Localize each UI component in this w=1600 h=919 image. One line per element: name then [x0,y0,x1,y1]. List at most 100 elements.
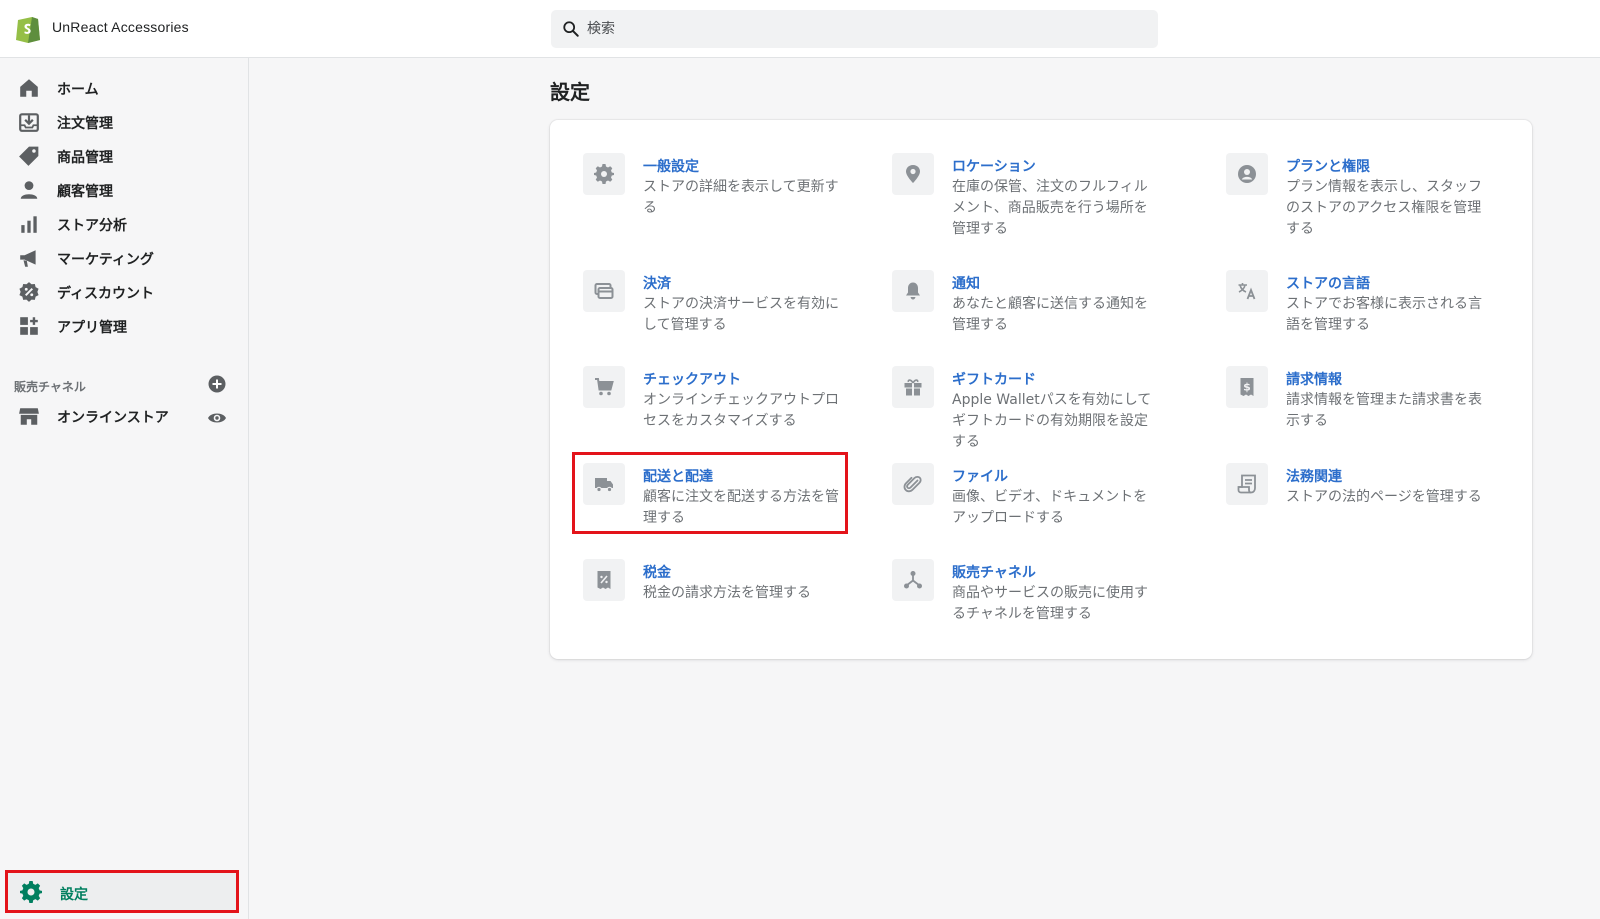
tile-description: あなたと顧客に送信する通知を管理する [952,296,1148,333]
tile-icon-box [583,153,625,195]
settings-tile-taxes[interactable]: 税金 税金の請求方法を管理する [583,559,883,649]
sidebar-item-settings[interactable]: 設定 [5,870,239,913]
settings-card: 一般設定 ストアの詳細を表示して更新する ロケーション 在庫の保管、注文のフルフ… [550,120,1532,659]
tile-icon-box [583,463,625,505]
tile-description: ストアの詳細を表示して更新する [643,179,839,216]
sidebar-item-discounts[interactable]: ディスカウント [0,274,249,308]
sidebar-item-home[interactable]: ホーム [0,70,249,104]
tile-title: 通知 [952,276,980,292]
settings-tile-notifications[interactable]: 通知 あなたと顧客に送信する通知を管理する [892,270,1192,360]
store-name[interactable]: UnReact Accessories [52,19,189,35]
store-icon [19,408,39,425]
home-icon [20,79,38,97]
tile-description: 税金の請求方法を管理する [643,585,811,601]
tile-title: ギフトカード [952,372,1036,388]
settings-tile-locations[interactable]: ロケーション 在庫の保管、注文のフルフィルメント、商品販売を行う場所を管理する [892,153,1192,243]
tile-title: 決済 [643,276,671,292]
tile-title: 法務関連 [1286,469,1342,485]
tile-title: 配送と配達 [643,469,713,485]
settings-tile-gift-cards[interactable]: ギフトカード Apple Walletパスを有効にしてギフトカードの有効期限を設… [892,366,1192,456]
sidebar-item-products[interactable]: 商品管理 [0,138,249,172]
tile-description: 在庫の保管、注文のフルフィルメント、商品販売を行う場所を管理する [952,179,1148,237]
tile-icon-box [892,559,934,601]
sidebar-item-label: 商品管理 [57,150,113,166]
sidebar-item-label: ホーム [57,82,99,98]
location-pin-icon [906,165,920,183]
search-icon [563,21,579,37]
settings-tile-shipping-delivery[interactable]: 配送と配達 顧客に注文を配送する方法を管理する [583,463,883,553]
user-circle-icon [1238,165,1256,183]
tile-description: 顧客に注文を配送する方法を管理する [643,489,839,526]
settings-tile-general[interactable]: 一般設定 ストアの詳細を表示して更新する [583,153,883,243]
megaphone-icon [20,250,36,267]
truck-icon [595,478,613,493]
sidebar-item-apps[interactable]: アプリ管理 [0,308,249,342]
legal-icon [1237,474,1256,494]
cart-icon [595,378,614,396]
tile-title: ロケーション [952,159,1036,175]
sidebar-item-label: ディスカウント [57,286,155,302]
customer-icon [20,181,38,199]
tile-icon-box [583,270,625,312]
tile-description: ストアでお客様に表示される言語を管理する [1286,296,1482,333]
paperclip-icon [903,475,922,493]
sidebar-item-marketing[interactable]: マーケティング [0,240,249,274]
gear-icon [20,881,42,903]
svg-text:$: $ [1243,381,1251,394]
tile-title: 税金 [643,565,671,581]
search-bar[interactable] [551,10,1158,48]
sidebar-item-customers[interactable]: 顧客管理 [0,172,249,206]
tile-icon-box [892,153,934,195]
tile-description: プラン情報を表示し、スタッフのストアのアクセス権限を管理する [1286,179,1482,237]
analytics-icon [21,216,37,233]
settings-tile-checkout[interactable]: チェックアウト オンラインチェックアウトプロセスをカスタマイズする [583,366,883,456]
sidebar-item-label: オンラインストア [57,410,169,426]
discount-icon [19,282,39,302]
settings-tile-sales-channels[interactable]: 販売チャネル 商品やサービスの販売に使用するチャネルを管理する [892,559,1192,649]
orders-icon [19,113,39,132]
translate-icon [1238,283,1256,300]
tile-description: Apple Walletパスを有効にしてギフトカードの有効期限を設定する [952,392,1152,450]
sidebar-item-analytics[interactable]: ストア分析 [0,206,249,240]
channels-icon [904,571,922,589]
tile-description: 請求情報を管理また請求書を表示する [1286,392,1482,429]
sidebar-item-orders[interactable]: 注文管理 [0,104,249,138]
tile-title: 請求情報 [1286,372,1342,388]
bell-icon [906,282,920,300]
shopify-logo-icon[interactable] [15,13,41,43]
sidebar-item-label: 顧客管理 [57,184,113,200]
gift-icon [904,379,922,396]
settings-tile-legal[interactable]: 法務関連 ストアの法的ページを管理する [1226,463,1526,553]
tile-title: 一般設定 [643,159,699,175]
tag-icon [19,146,39,166]
tile-icon-box [892,463,934,505]
sales-channels-title: 販売チャネル [14,380,86,394]
tile-icon-box [1226,153,1268,195]
tile-icon-box [892,366,934,408]
search-input[interactable] [587,10,1147,48]
tile-title: 販売チャネル [952,565,1036,581]
eye-icon[interactable] [207,408,227,428]
settings-tile-store-languages[interactable]: ストアの言語 ストアでお客様に表示される言語を管理する [1226,270,1526,360]
tile-title: プランと権限 [1286,159,1370,175]
apps-icon [20,317,38,335]
sidebar-item-label: ストア分析 [57,218,127,234]
sidebar-item-label: アプリ管理 [57,320,127,336]
settings-tile-billing[interactable]: $ 請求情報 請求情報を管理また請求書を表示する [1226,366,1526,456]
tile-description: ストアの法的ページを管理する [1286,489,1482,505]
tax-icon [597,571,611,589]
tile-description: ストアの決済サービスを有効にして管理する [643,296,839,333]
tile-icon-box [583,366,625,408]
sidebar: ホーム 注文管理 商品管理 顧客管理 ストア分析 マーケティング ディスカウント… [0,58,249,919]
tile-title: チェックアウト [643,372,741,388]
payment-icon [594,283,614,299]
settings-tile-plan-permissions[interactable]: プランと権限 プラン情報を表示し、スタッフのストアのアクセス権限を管理する [1226,153,1526,243]
sidebar-item-label: マーケティング [57,252,154,268]
tile-description: 商品やサービスの販売に使用するチャネルを管理する [952,585,1148,622]
tile-title: ストアの言語 [1286,276,1370,292]
add-channel-icon[interactable] [207,374,227,394]
settings-tile-files[interactable]: ファイル 画像、ビデオ、ドキュメントをアップロードする [892,463,1192,553]
settings-tile-payments[interactable]: 決済 ストアの決済サービスを有効にして管理する [583,270,883,360]
tile-icon-box [1226,463,1268,505]
tile-icon-box [583,559,625,601]
